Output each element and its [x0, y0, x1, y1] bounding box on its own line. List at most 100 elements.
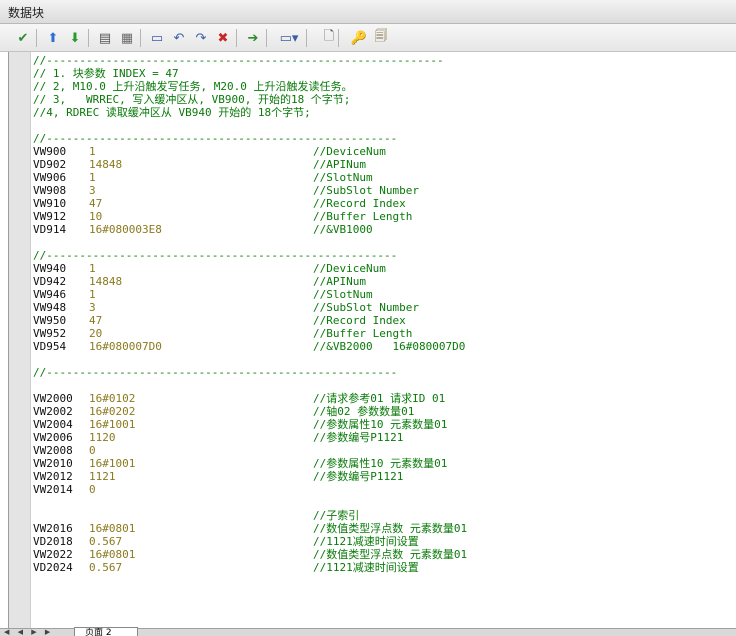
comment-token: //请求参考01 请求ID 01 [313, 392, 446, 405]
value-token: 1120 [89, 431, 116, 444]
comment-token: //--------------------------------------… [33, 132, 398, 145]
value-token: 16#080003E8 [89, 223, 162, 236]
comment-token: //Buffer Length [313, 210, 413, 223]
code-line[interactable]: VW2000 16#0102 //请求参考01 请求ID 01 [33, 392, 733, 405]
properties-icon[interactable]: 🗐 [368, 29, 394, 47]
comment-token: //DeviceNum [313, 262, 386, 275]
code-line[interactable]: VW948 3 //SubSlot Number [33, 301, 733, 314]
code-editor[interactable]: //--------------------------------------… [8, 52, 736, 628]
address-token: VW2008 [33, 444, 73, 457]
address-token: VD902 [33, 158, 67, 171]
toolbar-separator [140, 29, 141, 47]
comment-token: //1121减速时间设置 [313, 561, 419, 574]
value-token: 1 [89, 145, 96, 158]
code-line[interactable]: VW2022 16#0801 //数值类型浮点数 元素数量01 [33, 548, 733, 561]
code-line[interactable]: VW950 47 //Record Index [33, 314, 733, 327]
code-line[interactable]: VW2002 16#0202 //轴02 参数数量01 [33, 405, 733, 418]
code-line[interactable]: VD914 16#080003E8 //&VB1000 [33, 223, 733, 236]
arrow-up-icon[interactable]: ⬆ [44, 29, 62, 47]
comment-token: //轴02 参数数量01 [313, 405, 415, 418]
toolbar-separator [36, 29, 37, 47]
code-line[interactable]: VW952 20 //Buffer Length [33, 327, 733, 340]
paste-icon[interactable]: ▦ [118, 29, 136, 47]
code-line[interactable]: VW910 47 //Record Index [33, 197, 733, 210]
value-token: 0 [89, 483, 96, 496]
code-line[interactable]: //--------------------------------------… [33, 132, 733, 145]
code-line[interactable]: VW2006 1120 //参数编号P1121 [33, 431, 733, 444]
toolbar-separator [338, 29, 339, 47]
sheet-nav-arrows[interactable]: ◀ ◀ ▶ ▶ [4, 628, 53, 636]
code-line[interactable]: VD954 16#080007D0 //&VB2000 16#080007D0 [33, 340, 733, 353]
value-token: 16#0801 [89, 522, 136, 535]
code-line[interactable]: //4, RDREC 读取缓冲区从 VB940 开始的 18个字节; [33, 106, 733, 119]
comment-token: //Buffer Length [313, 327, 413, 340]
comment-token: //SubSlot Number [313, 301, 419, 314]
address-token: VW2002 [33, 405, 73, 418]
code-line[interactable]: // 2, M10.0 上升沿触发写任务, M20.0 上升沿触发读任务。 [33, 80, 733, 93]
code-line[interactable]: VW2004 16#1001 //参数属性10 元素数量01 [33, 418, 733, 431]
comment-token: // 1. 块参数 INDEX = 47 [33, 67, 179, 80]
comment-token: //--------------------------------------… [33, 249, 398, 262]
code-line[interactable]: VW2008 0 [33, 444, 733, 457]
code-line[interactable]: VD2018 0.567 //1121减速时间设置 [33, 535, 733, 548]
code-line[interactable]: // 3, WRREC, 写入缓冲区从, VB900, 开始的18 个字节; [33, 93, 733, 106]
undo-icon[interactable]: ↶ [170, 29, 188, 47]
comment-token: //Record Index [313, 314, 406, 327]
value-token: 1 [89, 171, 96, 184]
go-to-icon[interactable]: ➔ [244, 29, 262, 47]
address-token: VW908 [33, 184, 67, 197]
comment-token: //参数编号P1121 [313, 470, 404, 483]
address-token: VW2012 [33, 470, 73, 483]
address-token: VD942 [33, 275, 67, 288]
code-line[interactable]: VW2014 0 [33, 483, 733, 496]
comment-token: // 3, WRREC, 写入缓冲区从, VB900, 开始的18 个字节; [33, 93, 351, 106]
rectangle-icon[interactable]: ▭ [148, 29, 166, 47]
address-token: VW948 [33, 301, 67, 314]
insert-row-icon[interactable]: ▤ [96, 29, 114, 47]
code-line[interactable]: VW906 1 //SlotNum [33, 171, 733, 184]
code-line[interactable]: VW908 3 //SubSlot Number [33, 184, 733, 197]
arrow-down-icon[interactable]: ⬇ [66, 29, 84, 47]
value-token: 1 [89, 288, 96, 301]
code-line[interactable]: VW900 1 //DeviceNum [33, 145, 733, 158]
tag-dropdown-icon[interactable]: ▭▾ [276, 29, 302, 47]
comment-token: //子索引 [313, 509, 360, 522]
address-token: VD914 [33, 223, 67, 236]
comment-token: //SlotNum [313, 171, 373, 184]
code-line[interactable]: VW2010 16#1001 //参数属性10 元素数量01 [33, 457, 733, 470]
value-token: 16#080007D0 [89, 340, 162, 353]
code-line[interactable]: VD942 14848 //APINum [33, 275, 733, 288]
comment-token: //参数属性10 元素数量01 [313, 457, 448, 470]
comment-token: //4, RDREC 读取缓冲区从 VB940 开始的 18个字节; [33, 106, 311, 119]
comment-token: //APINum [313, 275, 366, 288]
comment-token: // 2, M10.0 上升沿触发写任务, M20.0 上升沿触发读任务。 [33, 80, 353, 93]
toolbar-separator [306, 29, 307, 47]
code-line[interactable]: //--------------------------------------… [33, 249, 733, 262]
address-token: VD2024 [33, 561, 73, 574]
redo-icon[interactable]: ↷ [192, 29, 210, 47]
comment-token: //SubSlot Number [313, 184, 419, 197]
code-line[interactable]: //--------------------------------------… [33, 54, 733, 67]
value-token: 20 [89, 327, 103, 340]
code-line[interactable]: //子索引 [33, 509, 733, 522]
comment-token: //Record Index [313, 197, 406, 210]
value-token: 1121 [89, 470, 116, 483]
tab-page-2[interactable]: 页面 2 [74, 627, 138, 636]
code-line[interactable]: //--------------------------------------… [33, 366, 733, 379]
code-line[interactable]: VW940 1 //DeviceNum [33, 262, 733, 275]
code-line[interactable]: VW912 10 //Buffer Length [33, 210, 733, 223]
compile-icon[interactable]: ✔ [14, 29, 32, 47]
window-title-bar: 数据块 [0, 0, 736, 24]
code-line[interactable]: VW2016 16#0801 //数值类型浮点数 元素数量01 [33, 522, 733, 535]
delete-icon[interactable]: ✖ [214, 29, 232, 47]
address-token: VW2014 [33, 483, 73, 496]
comment-token: //参数编号P1121 [313, 431, 404, 444]
code-line[interactable]: VD902 14848 //APINum [33, 158, 733, 171]
address-token: VW2000 [33, 392, 73, 405]
code-line[interactable]: VW946 1 //SlotNum [33, 288, 733, 301]
code-line[interactable]: VW2012 1121 //参数编号P1121 [33, 470, 733, 483]
toolbar-separator [266, 29, 267, 47]
comment-token: //--------------------------------------… [33, 54, 444, 67]
code-line[interactable]: VD2024 0.567 //1121减速时间设置 [33, 561, 733, 574]
code-line[interactable]: // 1. 块参数 INDEX = 47 [33, 67, 733, 80]
